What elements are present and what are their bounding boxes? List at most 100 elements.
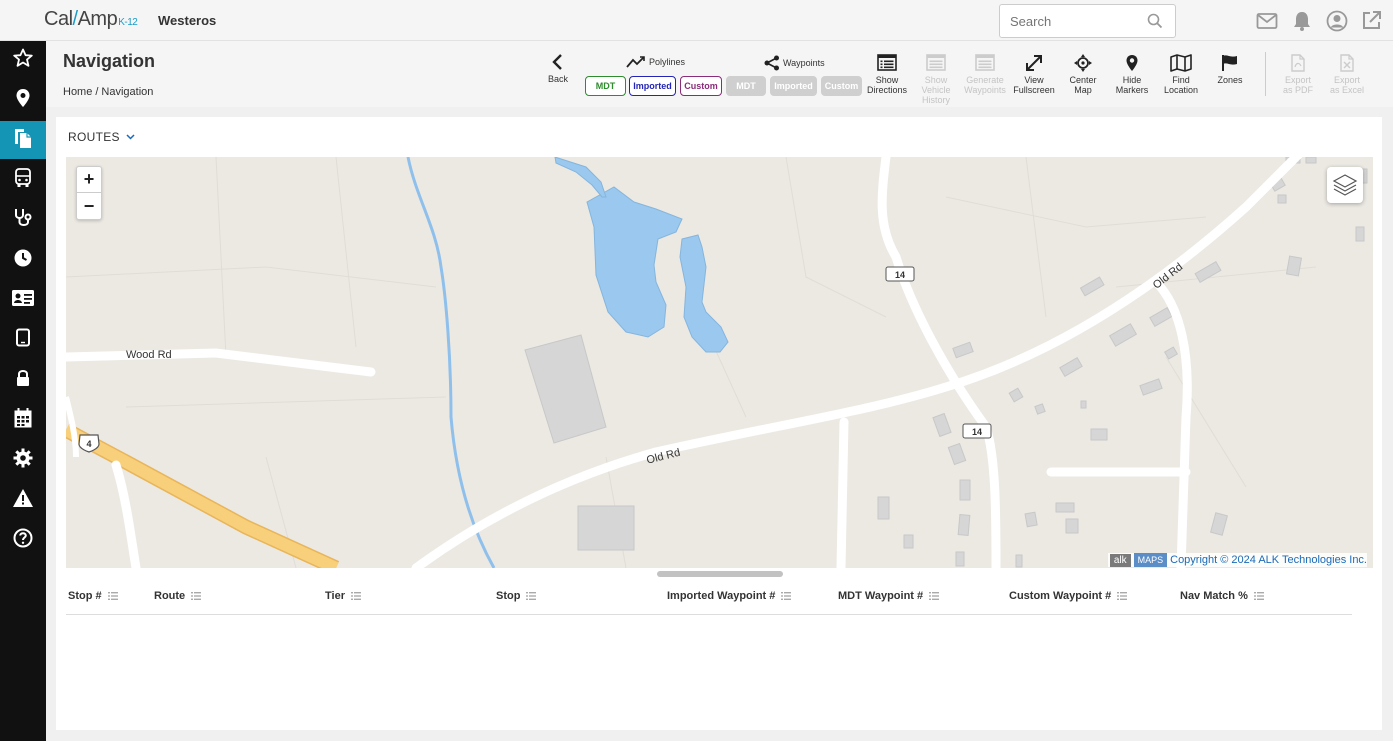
center-map-button[interactable]: Center Map: [1063, 54, 1103, 95]
shield-label-14-upper: 14: [895, 270, 905, 280]
map-canvas[interactable]: Wood Rd Old Rd Old Rd 14 14 4: [66, 157, 1373, 568]
search-box[interactable]: [999, 4, 1176, 38]
show-vehicle-history-label-1: Show: [924, 75, 948, 85]
show-directions-label-1: Show: [875, 75, 899, 85]
stops-table-header: Stop # Route Tier Stop Imported Waypoint…: [66, 585, 1352, 615]
polyline-imported-toggle[interactable]: Imported: [629, 76, 676, 96]
warning-icon: [12, 488, 34, 513]
hide-markers-button[interactable]: Hide Markers: [1110, 54, 1154, 95]
sidebar-item-transportation[interactable]: [0, 161, 46, 199]
column-header-imported-waypoint[interactable]: Imported Waypoint #: [667, 590, 792, 602]
column-header-nav-match[interactable]: Nav Match %: [1180, 590, 1264, 602]
layers-icon: [1332, 174, 1358, 196]
sidebar-item-reports[interactable]: [0, 121, 46, 159]
search-input[interactable]: [1000, 5, 1140, 37]
export-pdf-label-1: Export: [1284, 75, 1311, 85]
calamp-logo[interactable]: Cal/AmpK-12: [44, 8, 138, 31]
documents-icon: [13, 127, 33, 154]
column-header-stop-number[interactable]: Stop #: [68, 590, 118, 602]
view-fullscreen-button[interactable]: View Fullscreen: [1011, 54, 1057, 95]
sidebar-item-history[interactable]: [0, 241, 46, 279]
sidebar-item-calendar[interactable]: [0, 401, 46, 439]
sidebar-item-tracking[interactable]: [0, 81, 46, 119]
show-directions-button[interactable]: Show Directions: [864, 54, 910, 95]
show-vehicle-history-button[interactable]: Show Vehicle History: [914, 54, 958, 105]
zones-label: Zones: [1217, 75, 1243, 85]
list-icon: [877, 54, 897, 71]
column-label: Tier: [325, 590, 345, 602]
generate-waypoints-label-2: Waypoints: [964, 85, 1006, 95]
search-icon[interactable]: [1147, 13, 1163, 34]
sidebar-item-favorites[interactable]: [0, 41, 46, 79]
help-icon: [13, 528, 33, 553]
clock-icon: [13, 248, 33, 273]
column-header-mdt-waypoint[interactable]: MDT Waypoint #: [838, 590, 940, 602]
generate-waypoints-button[interactable]: Generate Waypoints: [962, 54, 1008, 95]
column-header-route[interactable]: Route: [154, 590, 202, 602]
sidebar-item-ids[interactable]: [0, 281, 46, 319]
user-account-icon[interactable]: [1326, 10, 1348, 32]
column-header-tier[interactable]: Tier: [325, 590, 361, 602]
polyline-custom-toggle[interactable]: Custom: [680, 76, 722, 96]
column-menu-icon[interactable]: [1117, 592, 1128, 600]
export-excel-button[interactable]: Export as Excel: [1326, 54, 1368, 95]
external-link-icon[interactable]: [1361, 9, 1383, 31]
export-pdf-label-2: as PDF: [1282, 85, 1313, 95]
waypoints-label: Waypoints: [783, 58, 825, 68]
layers-button[interactable]: [1327, 167, 1363, 203]
polyline-mdt-toggle[interactable]: MDT: [585, 76, 626, 96]
zones-button[interactable]: Zones: [1210, 54, 1250, 85]
horizontal-scrollbar[interactable]: [657, 571, 783, 577]
column-header-custom-waypoint[interactable]: Custom Waypoint #: [1009, 590, 1128, 602]
column-menu-icon[interactable]: [191, 592, 202, 600]
column-menu-icon[interactable]: [350, 592, 361, 600]
map-view[interactable]: Wood Rd Old Rd Old Rd 14 14 4 + − alk MA…: [66, 157, 1373, 568]
waypoint-custom-toggle[interactable]: Custom: [821, 76, 862, 96]
list-icon: [975, 54, 995, 71]
zoom-out-button[interactable]: −: [77, 193, 101, 219]
polylines-label: Polylines: [649, 57, 686, 67]
sidebar-item-alerts[interactable]: [0, 481, 46, 519]
center-map-label-2: Map: [1074, 85, 1092, 95]
bell-icon[interactable]: [1291, 10, 1313, 32]
column-label: Custom Waypoint #: [1009, 590, 1112, 602]
column-menu-icon[interactable]: [781, 592, 792, 600]
show-directions-label-2: Directions: [866, 85, 907, 95]
export-pdf-button[interactable]: Export as PDF: [1278, 54, 1318, 95]
column-header-stop[interactable]: Stop: [496, 590, 537, 602]
sidebar-item-security[interactable]: [0, 361, 46, 399]
breadcrumb-home[interactable]: Home: [63, 86, 92, 98]
share-nodes-icon: [764, 55, 779, 71]
star-icon: [13, 48, 33, 73]
column-menu-icon[interactable]: [1253, 592, 1264, 600]
breadcrumb-separator: /: [95, 86, 99, 98]
marker-icon: [1126, 55, 1138, 71]
column-menu-icon[interactable]: [107, 592, 118, 600]
maps-logo: MAPS: [1133, 553, 1168, 567]
logo-text-right: Amp: [77, 8, 118, 30]
sidebar-item-health[interactable]: [0, 201, 46, 239]
logo-suffix: K-12: [118, 17, 138, 28]
back-button[interactable]: Back: [543, 53, 573, 84]
column-menu-icon[interactable]: [929, 592, 940, 600]
waypoint-imported-toggle[interactable]: Imported: [770, 76, 817, 96]
gear-icon: [13, 448, 33, 473]
generate-waypoints-label-1: Generate: [966, 75, 1004, 85]
zoom-control: + −: [76, 166, 102, 220]
sidebar-item-devices[interactable]: [0, 321, 46, 359]
center-map-label-1: Center: [1069, 75, 1097, 85]
routes-dropdown[interactable]: ROUTES: [68, 130, 135, 144]
column-menu-icon[interactable]: [526, 592, 537, 600]
column-label: Nav Match %: [1180, 590, 1248, 602]
zoom-in-button[interactable]: +: [77, 167, 101, 193]
waypoint-mdt-toggle[interactable]: MDT: [726, 76, 766, 96]
map-copyright[interactable]: Copyright © 2024 ALK Technologies Inc.: [1170, 554, 1367, 566]
hide-markers-label-1: Hide: [1122, 75, 1142, 85]
mail-icon[interactable]: [1256, 10, 1278, 32]
sidebar-item-settings[interactable]: [0, 441, 46, 479]
find-location-button[interactable]: Find Location: [1159, 54, 1203, 95]
sidebar-item-help[interactable]: [0, 521, 46, 559]
road-label-wood-rd: Wood Rd: [126, 349, 172, 361]
list-icon: [926, 54, 946, 71]
view-fullscreen-label-1: View: [1024, 75, 1044, 85]
